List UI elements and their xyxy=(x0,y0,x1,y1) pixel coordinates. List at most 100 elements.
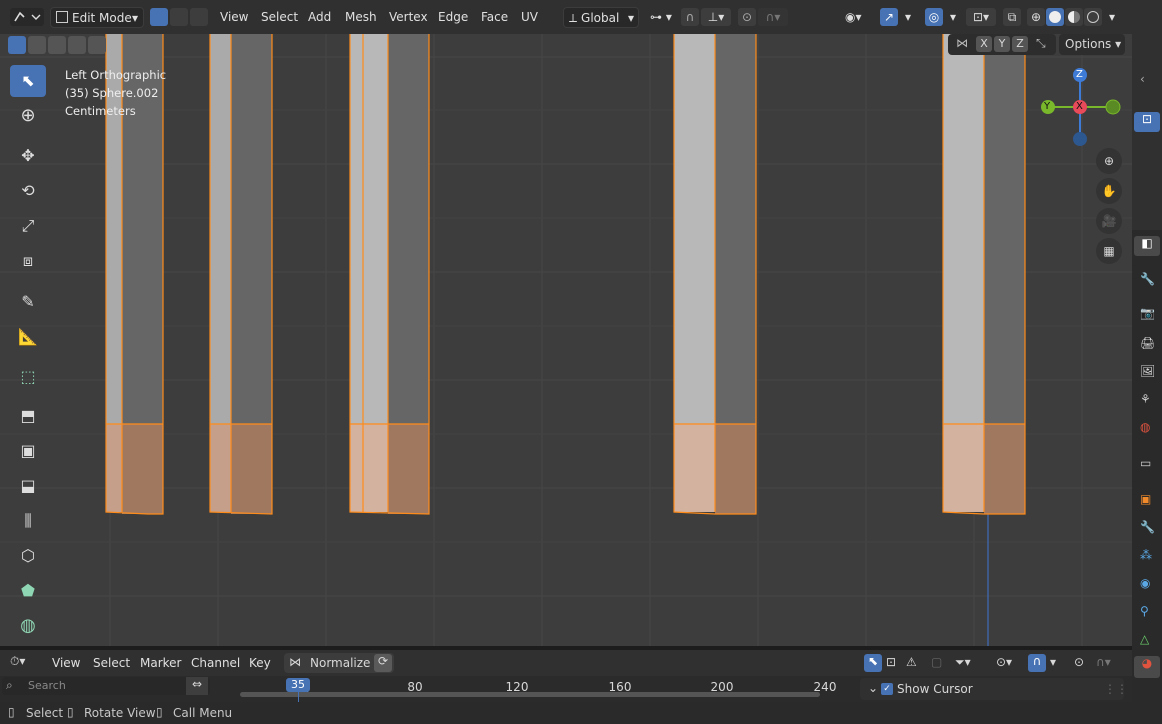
visibility-dropdown[interactable]: ◉▾ xyxy=(845,8,875,26)
filter-icon[interactable]: ⏷▾ xyxy=(955,655,971,670)
pivot-point-dropdown[interactable]: ⊶ ▾ xyxy=(645,7,677,28)
show-cursor-checkbox[interactable]: ✓ xyxy=(881,683,893,695)
mesh-edit-overlay-dropdown[interactable]: ⊡▾ xyxy=(966,8,996,26)
xray-toggle[interactable]: ⧉ xyxy=(1003,8,1021,26)
pan-button[interactable]: ✋ xyxy=(1096,178,1122,204)
drag-handle-icon[interactable]: ⋮⋮ xyxy=(1104,682,1128,696)
options-dropdown[interactable]: Options ▾ xyxy=(1059,34,1125,55)
zoom-button[interactable]: ⊕ xyxy=(1096,148,1122,174)
timeline-menu-select[interactable]: Select xyxy=(93,656,130,670)
mode-dropdown[interactable]: Edit Mode ▾ xyxy=(50,7,144,28)
proportional-icon[interactable]: ⊙ xyxy=(1074,655,1084,669)
render-tab-icon[interactable]: 📷 xyxy=(1140,306,1155,320)
transform-orientation-dropdown[interactable]: ⟂ Global ▾ xyxy=(563,7,639,28)
mirror-x-toggle[interactable]: X xyxy=(976,36,992,52)
cursor-tool[interactable]: ⊕ xyxy=(10,100,46,132)
menu-mesh[interactable]: Mesh xyxy=(340,7,382,28)
material-shading-button[interactable] xyxy=(1065,8,1083,26)
collection-tab-icon[interactable]: ▭ xyxy=(1140,456,1151,470)
overlay-toggle[interactable]: ◎ xyxy=(925,8,943,26)
particles-tab-icon[interactable]: ⁂ xyxy=(1140,548,1152,562)
warning-icon[interactable]: ⚠ xyxy=(906,655,917,669)
tool-tab-icon[interactable]: 🔧 xyxy=(1140,272,1155,286)
timeline-menu-key[interactable]: Key xyxy=(249,656,271,670)
solid-shading-button[interactable] xyxy=(1046,8,1064,26)
menu-edge[interactable]: Edge xyxy=(433,7,473,28)
rendered-shading-button[interactable] xyxy=(1084,8,1102,26)
menu-view[interactable]: View xyxy=(215,7,253,28)
chevron-down-icon[interactable]: ▾ xyxy=(900,7,916,28)
view-layer-tab-icon[interactable]: 🖼 xyxy=(1140,364,1155,378)
bevel-tool[interactable]: ⬓ xyxy=(10,470,46,502)
menu-add[interactable]: Add xyxy=(303,7,336,28)
measure-tool[interactable]: 📐 xyxy=(10,321,46,353)
current-frame-indicator[interactable]: 35 xyxy=(286,678,310,692)
properties-toggle[interactable]: ◧ xyxy=(1134,236,1160,256)
camera-view-button[interactable]: 🎥 xyxy=(1096,208,1122,234)
add-cube-tool[interactable]: ⬚ xyxy=(10,361,46,393)
vertex-select-button[interactable] xyxy=(150,8,168,26)
knife-tool[interactable]: ⬡ xyxy=(10,540,46,572)
annotate-tool[interactable]: ✎ xyxy=(10,286,46,318)
show-hidden-icon[interactable]: ⊡ xyxy=(886,655,896,669)
data-tab-icon[interactable]: △ xyxy=(1140,632,1149,646)
world-tab-icon[interactable]: ◍ xyxy=(1140,420,1150,434)
swap-arrows-icon[interactable]: ⇔ xyxy=(186,677,208,695)
filter-box-icon[interactable]: ▢ xyxy=(931,655,942,669)
transform-tool[interactable]: ⧈ xyxy=(10,245,46,277)
select-intersect-button[interactable] xyxy=(88,36,106,54)
wireframe-shading-button[interactable]: ⊕ xyxy=(1027,8,1045,26)
outliner-tab[interactable]: ⊡ xyxy=(1134,112,1160,132)
spin-tool[interactable]: ◍ xyxy=(10,610,46,642)
normalize-toggle[interactable]: ⋈ Normalize ⟳ xyxy=(284,653,394,673)
proportional-edit-toggle[interactable]: ⊙ xyxy=(738,8,756,26)
chevron-down-icon[interactable]: ⌄ xyxy=(868,681,878,695)
chevron-down-icon[interactable]: ▾ xyxy=(1104,7,1120,28)
rotate-tool[interactable]: ⟲ xyxy=(10,175,46,207)
timeline-menu-marker[interactable]: Marker xyxy=(140,656,181,670)
pivot-icon[interactable]: ⊙▾ xyxy=(996,655,1012,669)
face-select-button[interactable] xyxy=(190,8,208,26)
move-tool[interactable]: ✥ xyxy=(10,140,46,172)
search-input[interactable]: Search xyxy=(28,679,66,692)
constraints-tab-icon[interactable]: ⚲ xyxy=(1140,604,1149,618)
loop-cut-tool[interactable]: ⫼ xyxy=(10,505,46,537)
extrude-tool[interactable]: ⬒ xyxy=(10,400,46,432)
frame-ruler[interactable]: 0 80 120 160 200 240 35 xyxy=(210,676,850,702)
snap-toggle[interactable]: ∩ xyxy=(681,8,699,26)
auto-merge-icon[interactable]: ⤡ xyxy=(1036,36,1046,51)
menu-vertex[interactable]: Vertex xyxy=(384,7,433,28)
gizmo-toggle[interactable]: ↗ xyxy=(880,8,898,26)
select-subtract-button[interactable] xyxy=(48,36,66,54)
chevron-down-icon[interactable]: ▾ xyxy=(1050,655,1056,669)
modifier-tab-icon[interactable]: 🔧 xyxy=(1140,520,1155,534)
chevron-left-icon[interactable]: ‹ xyxy=(1140,72,1145,86)
chevron-down-icon[interactable]: ▾ xyxy=(945,7,961,28)
edge-select-button[interactable] xyxy=(170,8,188,26)
object-tab-icon[interactable]: ▣ xyxy=(1140,492,1151,506)
material-tab[interactable]: ◕ xyxy=(1134,656,1160,678)
viewport-canvas[interactable] xyxy=(0,34,1132,646)
mirror-y-toggle[interactable]: Y xyxy=(994,36,1010,52)
menu-select[interactable]: Select xyxy=(256,7,303,28)
3d-viewport[interactable]: Z Y X Left Orthographic (35) Sphere.002 … xyxy=(0,34,1132,646)
scene-tab-icon[interactable]: ⚘ xyxy=(1140,392,1151,406)
mirror-z-toggle[interactable]: Z xyxy=(1012,36,1028,52)
scale-tool[interactable]: ⤢ xyxy=(10,210,46,242)
falloff-dropdown[interactable]: ∩▾ xyxy=(758,8,788,26)
timeline-editor-type[interactable]: ⏱▾ xyxy=(10,654,40,672)
timeline-menu-channel[interactable]: Channel xyxy=(191,656,240,670)
only-selected-toggle[interactable]: ⬉ xyxy=(864,654,882,672)
timeline-menu-view[interactable]: View xyxy=(52,656,80,670)
editor-type-dropdown[interactable] xyxy=(10,8,44,26)
menu-face[interactable]: Face xyxy=(476,7,513,28)
snap-target-dropdown[interactable]: ⊥▾ xyxy=(701,8,731,26)
perspective-toggle-button[interactable]: ▦ xyxy=(1096,238,1122,264)
select-new-button[interactable] xyxy=(8,36,26,54)
select-extend-button[interactable] xyxy=(28,36,46,54)
menu-uv[interactable]: UV xyxy=(516,7,543,28)
output-tab-icon[interactable]: 🖨 xyxy=(1140,336,1155,350)
physics-tab-icon[interactable]: ◉ xyxy=(1140,576,1150,590)
channel-search[interactable]: ⌕ Search ⇔ xyxy=(2,677,210,695)
snap-keyframes-toggle[interactable]: ∩ xyxy=(1028,654,1046,672)
